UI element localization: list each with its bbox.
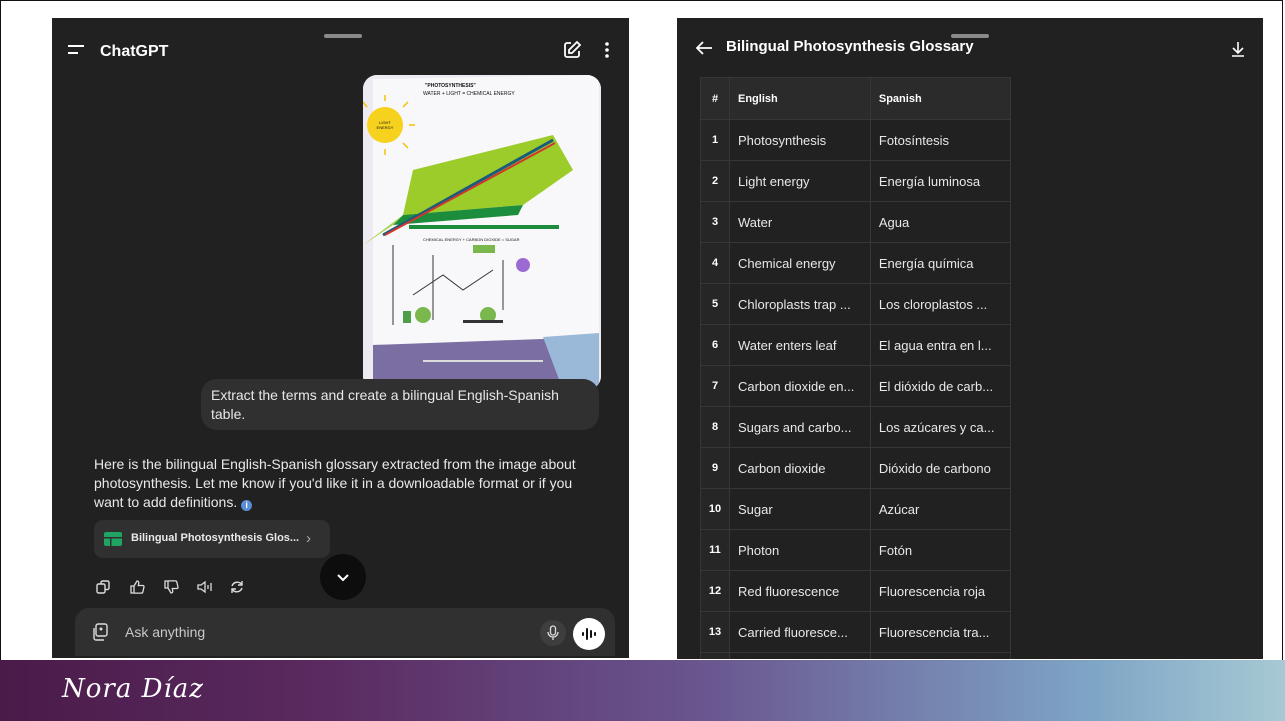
table-row: 9 Carbon dioxide Dióxido de carbono: [700, 447, 1012, 489]
diagram-equation-1: WATER + LIGHT = CHEMICAL ENERGY: [423, 91, 515, 97]
glossary-screen: Bilingual Photosynthesis Glossary # Engl…: [677, 18, 1263, 659]
row-number: 11: [700, 529, 730, 571]
column-header-spanish[interactable]: Spanish: [869, 77, 1012, 120]
english-term[interactable]: Red fluorescence: [729, 570, 871, 612]
row-number: 10: [700, 488, 730, 530]
read-aloud-icon[interactable]: [197, 580, 215, 594]
glossary-attachment-card[interactable]: Bilingual Photosynthesis Glos... ›: [94, 520, 330, 558]
table-row: 6 Water enters leaf El agua entra en l...: [700, 324, 1012, 366]
uploaded-image[interactable]: "PHOTOSYNTHESIS" WATER + LIGHT = CHEMICA…: [363, 75, 601, 390]
row-number: 2: [700, 160, 730, 202]
back-arrow-icon[interactable]: [695, 40, 713, 56]
diagram-heading: "PHOTOSYNTHESIS": [425, 83, 476, 89]
row-number: [700, 652, 730, 659]
mic-icon[interactable]: [540, 620, 566, 646]
table-row: 5 Chloroplasts trap ... Los cloroplastos .…: [700, 283, 1012, 325]
row-number: 7: [700, 365, 730, 407]
glossary-card-label: Bilingual Photosynthesis Glos...: [131, 532, 300, 544]
spanish-term[interactable]: Azúcar: [869, 488, 1012, 530]
english-term[interactable]: Light energy: [729, 160, 871, 202]
download-icon[interactable]: [1231, 41, 1245, 57]
row-number: 4: [700, 242, 730, 284]
english-term: [729, 652, 871, 659]
spanish-term[interactable]: Fotosíntesis: [869, 119, 1012, 161]
info-icon[interactable]: i: [241, 500, 253, 511]
spanish-term[interactable]: Dióxido de carbono: [869, 447, 1012, 489]
english-term[interactable]: Chemical energy: [729, 242, 871, 284]
table-row: 2 Light energy Energía luminosa: [700, 160, 1012, 202]
attach-icon[interactable]: [91, 623, 109, 641]
spanish-term[interactable]: Fluorescencia roja: [869, 570, 1012, 612]
column-header-number[interactable]: #: [700, 77, 730, 120]
spanish-term[interactable]: El dióxido de carb...: [869, 365, 1012, 407]
table-row: 11 Photon Fotón: [700, 529, 1012, 571]
assistant-message-text: Here is the bilingual English-Spanish gl…: [94, 456, 576, 510]
row-number: 1: [700, 119, 730, 161]
table-icon: [104, 532, 122, 546]
row-number: 9: [700, 447, 730, 489]
thumbs-up-icon[interactable]: [130, 580, 145, 594]
row-number: 13: [700, 611, 730, 653]
spanish-term[interactable]: Los cloroplastos ...: [869, 283, 1012, 325]
english-term[interactable]: Photon: [729, 529, 871, 571]
table-row: 10 Sugar Azúcar: [700, 488, 1012, 530]
english-term[interactable]: Carbon dioxide: [729, 447, 871, 489]
row-number: 8: [700, 406, 730, 448]
author-signature: Nora Díaz: [62, 674, 204, 704]
spanish-term[interactable]: El agua entra en l...: [869, 324, 1012, 366]
table-row: 3 Water Agua: [700, 201, 1012, 243]
voice-mode-icon: [582, 628, 596, 640]
regenerate-icon[interactable]: [230, 580, 244, 594]
table-row: 4 Chemical energy Energía química: [700, 242, 1012, 284]
more-options-icon[interactable]: [604, 40, 610, 60]
spanish-term: [869, 652, 1012, 659]
english-term[interactable]: Chloroplasts trap ...: [729, 283, 871, 325]
copy-icon[interactable]: [96, 580, 110, 594]
glossary-title: Bilingual Photosynthesis Glossary: [726, 38, 974, 55]
english-term[interactable]: Sugars and carbo...: [729, 406, 871, 448]
row-number: 3: [700, 201, 730, 243]
english-term[interactable]: Photosynthesis: [729, 119, 871, 161]
diagram-equation-2: CHEMICAL ENERGY + CARBON DIOXIDE = SUGAR: [423, 237, 520, 242]
user-message: Extract the terms and create a bilingual…: [201, 379, 599, 430]
assistant-message: Here is the bilingual English-Spanish gl…: [94, 455, 604, 512]
table-row: 7 Carbon dioxide en... El dióxido de carb.…: [700, 365, 1012, 407]
scroll-down-button[interactable]: [320, 554, 366, 600]
spanish-term[interactable]: Energía química: [869, 242, 1012, 284]
table-row: 8 Sugars and carbo... Los azúcares y ca...: [700, 406, 1012, 448]
spanish-term[interactable]: Energía luminosa: [869, 160, 1012, 202]
spanish-term[interactable]: Los azúcares y ca...: [869, 406, 1012, 448]
row-number: 6: [700, 324, 730, 366]
english-term[interactable]: Water enters leaf: [729, 324, 871, 366]
voice-mode-button[interactable]: [573, 618, 605, 650]
chat-screen: ChatGPT "PHOTOSYNTHESIS" WATER + LIGHT =…: [52, 18, 629, 658]
app-title: ChatGPT: [100, 43, 169, 60]
chevron-right-icon: ›: [306, 530, 311, 547]
english-term[interactable]: Carbon dioxide en...: [729, 365, 871, 407]
spanish-term[interactable]: Fluorescencia tra...: [869, 611, 1012, 653]
table-row: 1 Photosynthesis Fotosíntesis: [700, 119, 1012, 161]
table-row: 12 Red fluorescence Fluorescencia roja: [700, 570, 1012, 612]
thumbs-down-icon[interactable]: [164, 580, 179, 594]
table-header-row: # English Spanish: [700, 77, 1012, 120]
english-term[interactable]: Sugar: [729, 488, 871, 530]
table-row: 13 Carried fluoresce... Fluorescencia tra.…: [700, 611, 1012, 653]
column-header-english[interactable]: English: [729, 77, 871, 120]
table-row-partial: [700, 652, 1012, 659]
menu-icon[interactable]: [68, 44, 86, 56]
new-chat-icon[interactable]: [562, 40, 582, 60]
english-term[interactable]: Water: [729, 201, 871, 243]
chat-header: ChatGPT: [52, 18, 629, 78]
english-term[interactable]: Carried fluoresce...: [729, 611, 871, 653]
footer-banner: Nora Díaz: [0, 660, 1285, 721]
composer-input[interactable]: Ask anything: [125, 624, 205, 640]
sun-label: LIGHT ENERGY: [376, 120, 394, 130]
row-number: 5: [700, 283, 730, 325]
row-number: 12: [700, 570, 730, 612]
composer: Ask anything: [75, 608, 615, 656]
chevron-down-icon: [337, 574, 349, 582]
spanish-term[interactable]: Agua: [869, 201, 1012, 243]
glossary-table: # English Spanish 1 Photosynthesis Fotosín…: [700, 77, 1012, 659]
spanish-term[interactable]: Fotón: [869, 529, 1012, 571]
